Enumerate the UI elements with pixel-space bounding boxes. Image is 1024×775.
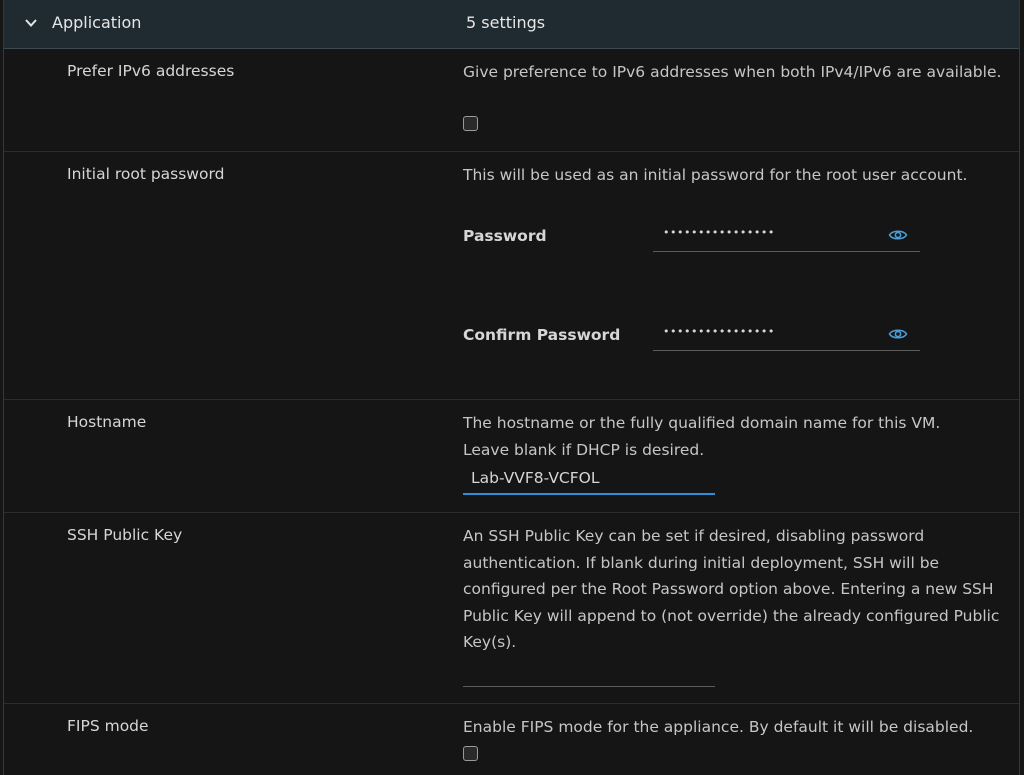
- settings-count: 5 settings: [466, 13, 546, 32]
- section-title: Application: [52, 13, 142, 32]
- setting-row-fips: FIPS mode Enable FIPS mode for the appli…: [4, 704, 1019, 775]
- setting-description: Enable FIPS mode for the appliance. By d…: [463, 718, 974, 736]
- setting-label: Initial root password: [67, 165, 225, 183]
- setting-description: The hostname or the fully qualified doma…: [463, 414, 941, 459]
- hostname-value: Lab-VVF8-VCFOL: [471, 469, 600, 487]
- setting-label: Prefer IPv6 addresses: [67, 62, 235, 80]
- setting-label: SSH Public Key: [67, 526, 183, 544]
- setting-row-ssh-key: SSH Public Key An SSH Public Key can be …: [4, 513, 1019, 704]
- confirm-password-value: ••••••••••••••••: [663, 325, 775, 338]
- hostname-input[interactable]: Lab-VVF8-VCFOL: [463, 466, 715, 495]
- fips-mode-checkbox[interactable]: [463, 746, 478, 761]
- setting-row-root-password: Initial root password This will be used …: [4, 152, 1019, 400]
- setting-row-ipv6: Prefer IPv6 addresses Give preference to…: [4, 49, 1019, 152]
- setting-description: An SSH Public Key can be set if desired,…: [463, 527, 1000, 651]
- section-header[interactable]: Application 5 settings: [4, 0, 1019, 49]
- eye-icon[interactable]: [888, 227, 908, 243]
- password-label: Password: [463, 227, 547, 245]
- password-value: ••••••••••••••••: [663, 226, 775, 239]
- ssh-public-key-input[interactable]: [463, 658, 715, 687]
- prefer-ipv6-checkbox[interactable]: [463, 116, 478, 131]
- confirm-password-field[interactable]: ••••••••••••••••: [653, 322, 920, 351]
- setting-label: FIPS mode: [67, 717, 149, 735]
- chevron-down-icon[interactable]: [23, 15, 39, 31]
- settings-panel: Application 5 settings Prefer IPv6 addre…: [3, 0, 1020, 775]
- eye-icon[interactable]: [888, 326, 908, 342]
- setting-description: This will be used as an initial password…: [463, 166, 968, 184]
- setting-label: Hostname: [67, 413, 147, 431]
- setting-description: Give preference to IPv6 addresses when b…: [463, 63, 1002, 81]
- password-field[interactable]: ••••••••••••••••: [653, 223, 920, 252]
- setting-row-hostname: Hostname The hostname or the fully quali…: [4, 400, 1019, 513]
- confirm-password-label: Confirm Password: [463, 326, 621, 344]
